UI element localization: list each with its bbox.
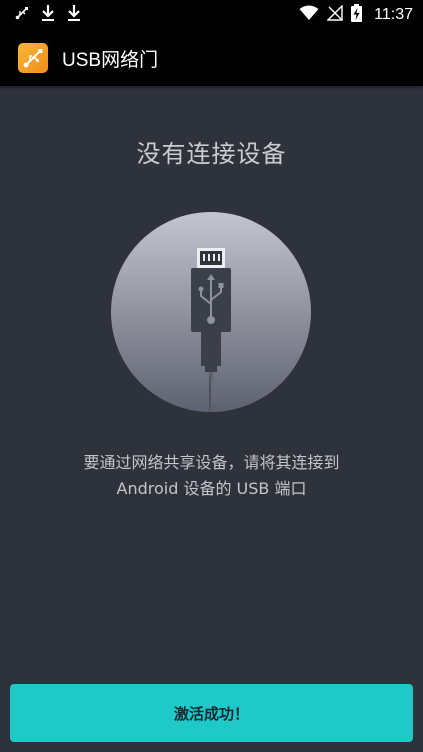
connect-instructions: 要通过网络共享设备，请将其连接到 Android 设备的 USB 端口: [30, 450, 393, 502]
no-device-heading: 没有连接设备: [136, 140, 287, 168]
instruction-line-2: Android 设备的 USB 端口: [116, 479, 307, 498]
status-right-icons: 11:37: [299, 4, 423, 26]
download-icon: [40, 4, 56, 26]
app-bar: USB网络门: [0, 30, 423, 86]
usb-cable-icon: [111, 212, 311, 412]
wifi-icon: [299, 5, 319, 25]
usb-app-icon: [18, 43, 48, 73]
status-bar: 11:37: [0, 0, 423, 30]
app-title: USB网络门: [62, 49, 159, 71]
no-sim-icon: [326, 4, 343, 25]
instruction-line-1: 要通过网络共享设备，请将其连接到: [83, 453, 340, 472]
battery-charging-icon: [351, 4, 363, 26]
usb-debug-icon: [14, 5, 30, 25]
status-time: 11:37: [374, 6, 413, 23]
download-icon: [66, 4, 82, 26]
activation-success-button[interactable]: 激活成功！: [10, 684, 413, 742]
status-left-icons: [0, 4, 82, 26]
